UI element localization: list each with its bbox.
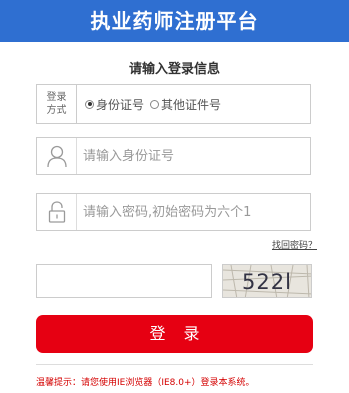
- lock-icon: [37, 194, 77, 230]
- id-number-field: [36, 137, 311, 175]
- form-subtitle: 请输入登录信息: [128, 62, 220, 77]
- password-field: [36, 193, 311, 231]
- radio-id-card-label[interactable]: 身份证号: [96, 96, 144, 113]
- password-input[interactable]: [83, 194, 308, 230]
- radio-other-id-label[interactable]: 其他证件号: [161, 96, 221, 113]
- captcha-text: 522l: [242, 270, 292, 294]
- login-method-options: 身份证号 其他证件号: [85, 85, 227, 123]
- user-icon: [37, 138, 77, 174]
- captcha-input[interactable]: [36, 264, 212, 298]
- radio-id-card[interactable]: 身份证号: [85, 96, 144, 113]
- login-method-label: 登录 方式: [37, 85, 77, 123]
- browser-notice: 温馨提示：请您使用IE浏览器（IE8.0+）登录本系统。: [36, 378, 255, 388]
- platform-title: 执业药师注册平台: [90, 9, 259, 33]
- radio-id-card-indicator[interactable]: [85, 99, 94, 109]
- login-method-label-line1: 登录: [46, 92, 67, 103]
- divider: [36, 364, 313, 365]
- id-number-input[interactable]: [83, 138, 308, 174]
- captcha-image[interactable]: 522l: [222, 264, 312, 298]
- login-method-group: 登录 方式 身份证号 其他证件号: [36, 84, 311, 124]
- login-button[interactable]: 登录: [36, 315, 313, 353]
- radio-other-id-indicator[interactable]: [150, 99, 160, 109]
- forgot-password-link[interactable]: 找回密码？: [272, 238, 317, 251]
- radio-other-id[interactable]: 其他证件号: [150, 96, 221, 113]
- page-header: 执业药师注册平台: [0, 0, 349, 42]
- login-method-label-line2: 方式: [46, 105, 67, 116]
